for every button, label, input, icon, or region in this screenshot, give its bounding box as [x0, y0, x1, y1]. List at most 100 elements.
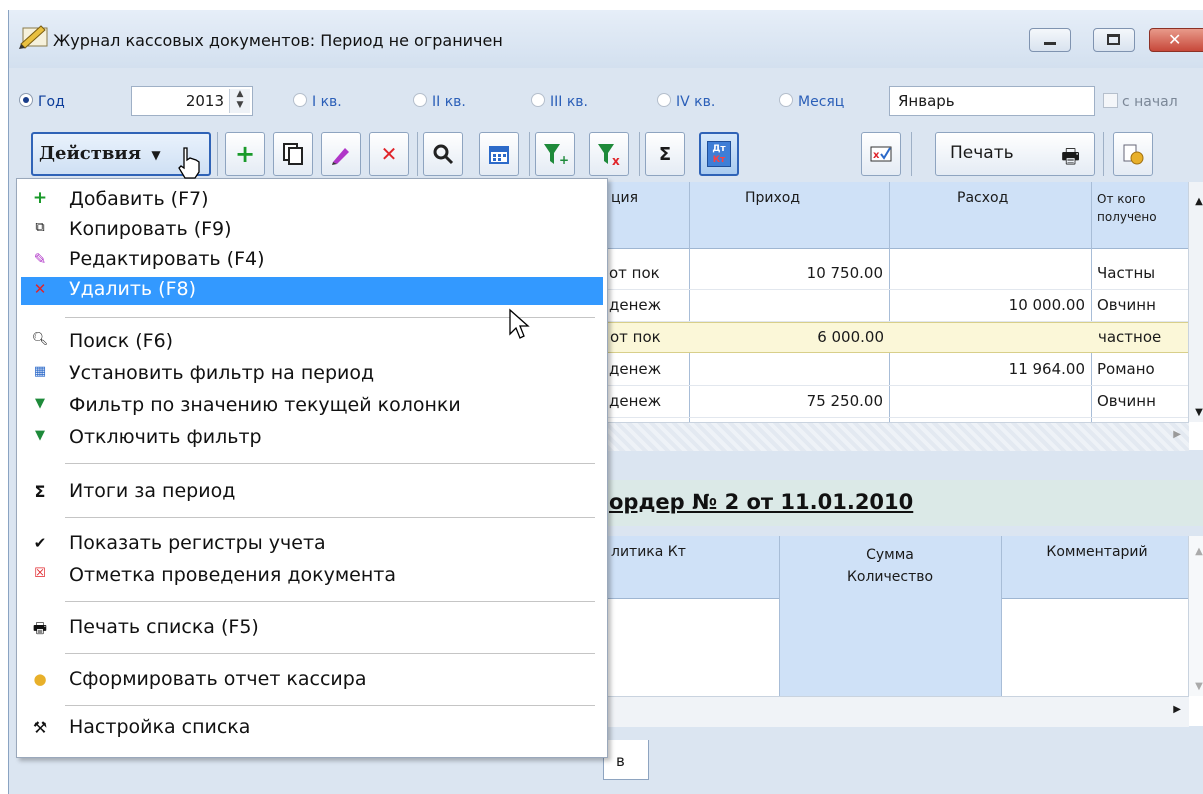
table-row[interactable]: от пок 10 750.00 Частны [603, 258, 1189, 290]
edit-pen-icon: ✎ [33, 250, 47, 268]
column-credit-analytics[interactable]: литика Кт [611, 544, 686, 560]
actions-menu: + Добавить (F7) ⧉ Копировать (F9) ✎ Реда… [16, 178, 608, 758]
toolbar-separator [1103, 132, 1104, 176]
radio-q4[interactable]: IV кв. [657, 93, 715, 110]
spin-up-icon[interactable]: ▲ [230, 89, 250, 100]
scroll-right-icon[interactable]: ▶ [1173, 429, 1181, 440]
posting-mark-icon: ☒ [34, 566, 46, 581]
radio-month-label: Месяц [798, 94, 845, 110]
menu-item-period-filter[interactable]: ▦ Установить фильтр на период [21, 361, 603, 389]
month-input[interactable]: Январь [889, 86, 1095, 116]
menu-item-filter-off[interactable]: ▼ Отключить фильтр [21, 425, 603, 453]
radio-year[interactable]: Год [19, 93, 65, 110]
table-row[interactable]: денеж 10 000.00 Овчинн [603, 290, 1189, 322]
menu-item-print-list[interactable]: 🖶 Печать списка (F5) [21, 615, 603, 643]
menu-item-posting-mark[interactable]: ☒ Отметка проведения документа [21, 563, 603, 591]
radio-q1[interactable]: I кв. [293, 93, 342, 110]
add-button[interactable]: + [225, 132, 265, 176]
printer-icon: 🖶 [1061, 144, 1080, 168]
search-button[interactable] [423, 132, 463, 176]
title-bar[interactable]: Журнал кассовых документов: Период не ог… [9, 10, 1203, 68]
table-row-selected[interactable]: от пок 6 000.00 частное [603, 322, 1189, 353]
cell-income: 6 000.00 [817, 328, 884, 346]
doc-horizontal-scrollbar[interactable]: ▶ [603, 696, 1189, 727]
cell-operation: от пок [610, 328, 661, 346]
scroll-up-icon[interactable]: ▲ [1189, 182, 1203, 207]
calendar-icon [489, 146, 509, 164]
radio-dot [657, 93, 671, 107]
column-sum-qty[interactable]: Сумма Количество [779, 544, 1001, 588]
menu-item-label: Установить фильтр на период [69, 362, 375, 384]
delete-button[interactable]: ✕ [369, 132, 409, 176]
year-spinner[interactable]: ▲ ▼ [229, 89, 250, 113]
menu-item-add[interactable]: + Добавить (F7) [21, 187, 603, 215]
menu-item-label: Редактировать (F4) [69, 248, 265, 270]
menu-item-show-registers[interactable]: ✔ Показать регистры учета [21, 531, 603, 559]
minimize-button[interactable] [1029, 28, 1071, 52]
radio-q2[interactable]: II кв. [413, 93, 466, 110]
horizontal-scrollbar[interactable]: ▶ [603, 422, 1189, 451]
menu-item-label: Настройка списка [69, 716, 251, 738]
menu-item-label: Фильтр по значению текущей колонки [69, 394, 461, 416]
menu-item-label: Копировать (F9) [69, 218, 232, 240]
bottom-tab[interactable]: в [603, 740, 649, 780]
print-button[interactable]: Печать 🖶 [935, 132, 1095, 176]
registers-button[interactable]: Дт Кт [699, 132, 739, 176]
menu-item-label: Отметка проведения документа [69, 564, 396, 586]
arrow-cursor-icon [509, 308, 530, 339]
cell-operation: от пок [609, 264, 660, 282]
column-expense[interactable]: Расход [957, 190, 1008, 206]
scroll-right-icon[interactable]: ▶ [1173, 704, 1181, 715]
cell-operation: денеж [609, 296, 662, 314]
totals-button[interactable]: Σ [645, 132, 685, 176]
radio-dot [531, 93, 545, 107]
column-income[interactable]: Приход [745, 190, 800, 206]
menu-item-edit[interactable]: ✎ Редактировать (F4) [21, 247, 603, 275]
radio-q3-label: III кв. [550, 94, 588, 110]
period-filter-button[interactable] [479, 132, 519, 176]
cell-expense: 10 000.00 [1008, 296, 1085, 314]
filter-column-button[interactable]: + [535, 132, 575, 176]
copy-button[interactable] [273, 132, 313, 176]
cell-operation: денеж [609, 360, 662, 378]
filter-off-button[interactable]: x [589, 132, 629, 176]
from-start-checkbox[interactable]: с начал [1103, 93, 1178, 110]
table-row[interactable]: денеж 75 250.00 Овчинн [603, 386, 1189, 418]
vertical-scrollbar[interactable]: ▲ ▼ [1188, 182, 1203, 422]
menu-item-column-filter[interactable]: ▼ Фильтр по значению текущей колонки [21, 393, 603, 421]
scroll-up-icon[interactable]: ▲ [1189, 536, 1203, 557]
scroll-down-icon[interactable]: ▼ [1189, 681, 1203, 692]
scroll-down-icon[interactable]: ▼ [1189, 407, 1203, 418]
radio-month[interactable]: Месяц [779, 93, 844, 110]
column-from-whom[interactable]: От кого получено [1097, 190, 1157, 226]
close-button[interactable]: ✕ [1149, 28, 1203, 52]
debit-credit-icon: Дт Кт [707, 141, 731, 167]
dropdown-arrow-icon: ▼ [151, 148, 161, 162]
year-input[interactable]: 2013 ▲ ▼ [131, 86, 253, 116]
edit-button[interactable] [321, 132, 361, 176]
maximize-button[interactable] [1093, 28, 1135, 52]
posting-mark-button[interactable]: x [861, 132, 901, 176]
radio-q3[interactable]: III кв. [531, 93, 588, 110]
window-title: Журнал кассовых документов: Период не ог… [53, 31, 503, 50]
menu-separator [65, 705, 595, 706]
menu-item-totals[interactable]: Σ Итоги за период [21, 479, 603, 507]
from-start-label: с начал [1122, 94, 1178, 110]
doc-vertical-scrollbar[interactable]: ▲ ▼ [1188, 536, 1203, 696]
cashier-report-button[interactable] [1113, 132, 1153, 176]
tools-icon: ⚒ [32, 718, 48, 737]
menu-item-copy[interactable]: ⧉ Копировать (F9) [21, 217, 603, 245]
column-comment[interactable]: Комментарий [1007, 544, 1187, 560]
column-operation[interactable]: ция [611, 190, 638, 206]
menu-item-list-settings[interactable]: ⚒ Настройка списка [21, 715, 603, 743]
menu-separator [65, 517, 595, 518]
menu-item-cashier-report[interactable]: ● Сформировать отчет кассира [21, 667, 603, 695]
column-from-whom-line1: От кого [1097, 192, 1146, 206]
menu-item-delete[interactable]: ✕ Удалить (F8) [21, 277, 603, 305]
credit-label: Кт [712, 155, 726, 165]
spin-down-icon[interactable]: ▼ [230, 100, 250, 111]
plus-icon: + [32, 188, 48, 208]
table-row[interactable]: денеж 11 964.00 Романо [603, 354, 1189, 386]
selected-column-cell[interactable] [780, 598, 1001, 696]
radio-q4-label: IV кв. [676, 94, 716, 110]
